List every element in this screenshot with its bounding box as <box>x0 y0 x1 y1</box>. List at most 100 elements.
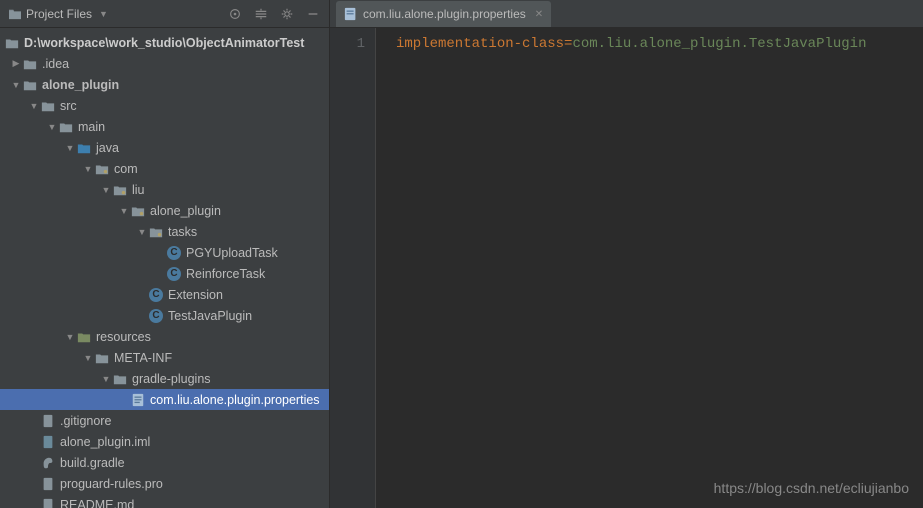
chevron-down-icon: ▼ <box>99 9 108 19</box>
tree-class-testjavaplugin[interactable]: C TestJavaPlugin <box>0 305 329 326</box>
tree-label: java <box>96 141 119 155</box>
sidebar-actions <box>227 6 321 22</box>
tree-label: D:\workspace\work_studio\ObjectAnimatorT… <box>24 36 304 50</box>
tree-label: resources <box>96 330 151 344</box>
source-folder-icon <box>76 140 92 156</box>
package-icon <box>94 161 110 177</box>
tree-file-proguard[interactable]: proguard-rules.pro <box>0 473 329 494</box>
tree-label: .idea <box>42 57 69 71</box>
tree-folder-metainf[interactable]: ▼ META-INF <box>0 347 329 368</box>
gradle-file-icon <box>40 455 56 471</box>
chevron-down-icon[interactable]: ▼ <box>82 164 94 174</box>
tree-file-properties[interactable]: com.liu.alone.plugin.properties <box>0 389 329 410</box>
tree-label: alone_plugin <box>150 204 221 218</box>
tree-package-alone-plugin[interactable]: ▼ alone_plugin <box>0 200 329 221</box>
collapse-all-icon[interactable] <box>253 6 269 22</box>
tree-folder-idea[interactable]: ▶ .idea <box>0 53 329 74</box>
chevron-down-icon[interactable]: ▼ <box>100 374 112 384</box>
tree-package-com[interactable]: ▼ com <box>0 158 329 179</box>
chevron-down-icon[interactable]: ▼ <box>82 353 94 363</box>
chevron-right-icon[interactable]: ▶ <box>10 58 22 69</box>
tree-folder-java[interactable]: ▼ java <box>0 137 329 158</box>
tree-file-readme[interactable]: README.md <box>0 494 329 508</box>
chevron-down-icon[interactable]: ▼ <box>136 227 148 237</box>
tree-label: gradle-plugins <box>132 372 211 386</box>
sidebar-header: Project Files ▼ <box>0 0 329 28</box>
tab-label: com.liu.alone.plugin.properties <box>363 7 526 21</box>
package-icon <box>112 182 128 198</box>
folder-icon <box>8 8 22 20</box>
tree-label: src <box>60 99 77 113</box>
tree-class-pgyuploadtask[interactable]: C PGYUploadTask <box>0 242 329 263</box>
chevron-down-icon[interactable]: ▼ <box>46 122 58 132</box>
tree-file-gitignore[interactable]: .gitignore <box>0 410 329 431</box>
tree-folder-main[interactable]: ▼ main <box>0 116 329 137</box>
line-number: 1 <box>330 36 365 52</box>
tree-label: tasks <box>168 225 197 239</box>
tree-class-reinforcetask[interactable]: C ReinforceTask <box>0 263 329 284</box>
watermark: https://blog.csdn.net/ecliujianbo <box>714 480 909 496</box>
locate-icon[interactable] <box>227 6 243 22</box>
class-icon: C <box>148 308 164 324</box>
editor-tab[interactable]: com.liu.alone.plugin.properties ✕ <box>336 1 551 27</box>
tree-label: proguard-rules.pro <box>60 477 163 491</box>
markdown-file-icon <box>40 497 56 508</box>
chevron-down-icon[interactable]: ▼ <box>100 185 112 195</box>
folder-icon <box>22 56 38 72</box>
gutter: 1 <box>330 28 376 508</box>
tree-folder-src[interactable]: ▼ src <box>0 95 329 116</box>
tree-label: ReinforceTask <box>186 267 265 281</box>
file-icon <box>40 413 56 429</box>
chevron-down-icon[interactable]: ▼ <box>10 80 22 90</box>
folder-icon <box>94 350 110 366</box>
tree-label: TestJavaPlugin <box>168 309 252 323</box>
chevron-down-icon[interactable]: ▼ <box>118 206 130 216</box>
editor-content[interactable]: 1 implementation-class=com.liu.alone_plu… <box>330 28 923 508</box>
tree-package-liu[interactable]: ▼ liu <box>0 179 329 200</box>
chevron-down-icon[interactable]: ▼ <box>64 143 76 153</box>
hide-icon[interactable] <box>305 6 321 22</box>
project-view-selector[interactable]: Project Files <box>26 7 92 21</box>
tree-folder-gradle-plugins[interactable]: ▼ gradle-plugins <box>0 368 329 389</box>
file-icon <box>40 476 56 492</box>
project-sidebar: Project Files ▼ D:\workspace\work_studio… <box>0 0 330 508</box>
tree-folder-resources[interactable]: ▼ resources <box>0 326 329 347</box>
close-icon[interactable]: ✕ <box>535 9 543 20</box>
tree-root[interactable]: D:\workspace\work_studio\ObjectAnimatorT… <box>0 32 329 53</box>
properties-file-icon <box>344 7 358 21</box>
folder-icon <box>22 77 38 93</box>
gear-icon[interactable] <box>279 6 295 22</box>
tree-label: PGYUploadTask <box>186 246 278 260</box>
tree-module-alone-plugin[interactable]: ▼ alone_plugin <box>0 74 329 95</box>
tab-bar: com.liu.alone.plugin.properties ✕ <box>330 0 923 28</box>
tree-package-tasks[interactable]: ▼ tasks <box>0 221 329 242</box>
class-icon: C <box>148 287 164 303</box>
package-icon <box>148 224 164 240</box>
tree-label: alone_plugin.iml <box>60 435 150 449</box>
tree-label: main <box>78 120 105 134</box>
code-value: com.liu.alone_plugin.TestJavaPlugin <box>572 36 866 52</box>
tree-class-extension[interactable]: C Extension <box>0 284 329 305</box>
tree-label: build.gradle <box>60 456 125 470</box>
iml-file-icon <box>40 434 56 450</box>
class-icon: C <box>166 266 182 282</box>
tree-file-iml[interactable]: alone_plugin.iml <box>0 431 329 452</box>
chevron-down-icon[interactable]: ▼ <box>64 332 76 342</box>
folder-icon <box>4 35 20 51</box>
resource-folder-icon <box>76 329 92 345</box>
folder-icon <box>112 371 128 387</box>
chevron-down-icon[interactable]: ▼ <box>28 101 40 111</box>
tree-label: com <box>114 162 138 176</box>
tree-label: Extension <box>168 288 223 302</box>
tree-label: .gitignore <box>60 414 111 428</box>
class-icon: C <box>166 245 182 261</box>
package-icon <box>130 203 146 219</box>
project-tree[interactable]: D:\workspace\work_studio\ObjectAnimatorT… <box>0 28 329 508</box>
editor-area: com.liu.alone.plugin.properties ✕ 1 impl… <box>330 0 923 508</box>
folder-icon <box>58 119 74 135</box>
sidebar-title-group[interactable]: Project Files ▼ <box>8 7 227 21</box>
code-area[interactable]: implementation-class=com.liu.alone_plugi… <box>376 28 923 508</box>
tree-file-build-gradle[interactable]: build.gradle <box>0 452 329 473</box>
folder-icon <box>40 98 56 114</box>
tree-label: META-INF <box>114 351 172 365</box>
